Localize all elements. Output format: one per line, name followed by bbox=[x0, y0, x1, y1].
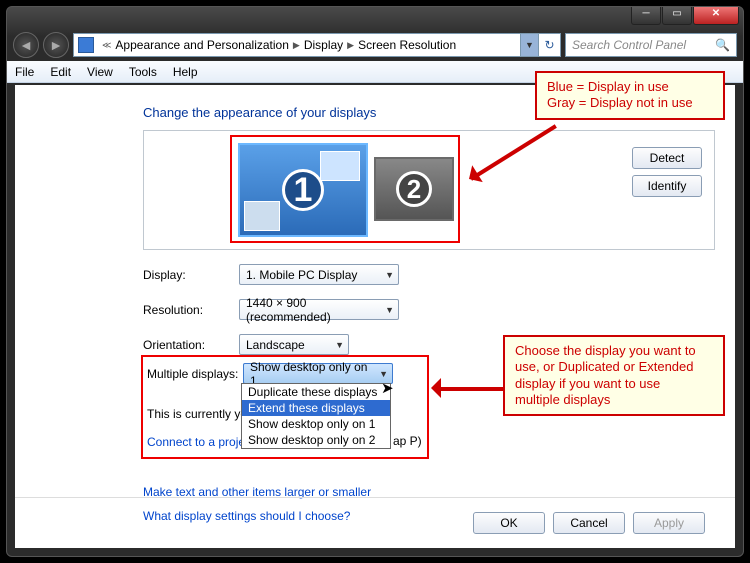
menu-file[interactable]: File bbox=[15, 65, 34, 79]
menu-help[interactable]: Help bbox=[173, 65, 198, 79]
annotation-box-multi: Multiple displays: Show desktop only on … bbox=[141, 355, 429, 459]
title-bar: ─ ▭ ✕ bbox=[7, 7, 743, 29]
label-multi: Multiple displays: bbox=[147, 367, 243, 381]
chevron-down-icon: ▼ bbox=[379, 369, 388, 379]
chevron-down-icon: ▼ bbox=[385, 305, 394, 315]
search-icon: 🔍 bbox=[715, 38, 730, 52]
chevron-down-icon: ▼ bbox=[335, 340, 344, 350]
monitor-1[interactable]: 1 bbox=[238, 143, 368, 237]
dropdown-opt-extend[interactable]: Extend these displays bbox=[242, 400, 390, 416]
multi-dropdown[interactable]: Duplicate these displays Extend these di… bbox=[241, 383, 391, 449]
close-button[interactable]: ✕ bbox=[693, 7, 739, 25]
monitor-2-number: 2 bbox=[396, 171, 432, 207]
callout-multi: Choose the display you want to use, or D… bbox=[503, 335, 725, 416]
maximize-button[interactable]: ▭ bbox=[662, 7, 692, 25]
control-panel-icon bbox=[78, 37, 94, 53]
row-resolution: Resolution: 1440 × 900 (recommended) ▼ bbox=[143, 299, 715, 320]
link-settings-help[interactable]: What display settings should I choose? bbox=[143, 509, 350, 523]
ok-button[interactable]: OK bbox=[473, 512, 545, 534]
projector-hint: ap P) bbox=[393, 434, 422, 448]
dropdown-opt-only1[interactable]: Show desktop only on 1 bbox=[242, 416, 390, 432]
search-placeholder: Search Control Panel bbox=[572, 38, 686, 52]
identify-button[interactable]: Identify bbox=[632, 175, 702, 197]
monitor-1-number: 1 bbox=[282, 169, 324, 211]
combo-multi[interactable]: Show desktop only on 1 ▼ bbox=[243, 363, 393, 384]
breadcrumb-l2[interactable]: Display bbox=[304, 38, 343, 52]
annotation-arrowhead-2 bbox=[421, 378, 441, 398]
label-orientation: Orientation: bbox=[143, 338, 239, 352]
annotation-arrow-2 bbox=[435, 387, 505, 391]
status-text: This is currently you bbox=[147, 407, 254, 421]
row-display: Display: 1. Mobile PC Display ▼ bbox=[143, 264, 715, 285]
breadcrumb-l3[interactable]: Screen Resolution bbox=[358, 38, 456, 52]
content-area: Change the appearance of your displays 1… bbox=[15, 85, 735, 548]
breadcrumb[interactable]: ≪ Appearance and Personalization ▶ Displ… bbox=[73, 33, 561, 57]
breadcrumb-l1[interactable]: Appearance and Personalization bbox=[115, 38, 288, 52]
detect-button[interactable]: Detect bbox=[632, 147, 702, 169]
monitor-1-taskbar-icon bbox=[244, 201, 280, 231]
menu-view[interactable]: View bbox=[87, 65, 113, 79]
nav-row: ◄ ► ≪ Appearance and Personalization ▶ D… bbox=[7, 29, 743, 61]
projector-row: Connect to a projec bbox=[147, 435, 251, 449]
combo-orientation[interactable]: Landscape ▼ bbox=[239, 334, 349, 355]
cancel-button[interactable]: Cancel bbox=[553, 512, 625, 534]
dropdown-opt-duplicate[interactable]: Duplicate these displays bbox=[242, 384, 390, 400]
breadcrumb-dropdown[interactable]: ▼ bbox=[520, 34, 538, 56]
back-button[interactable]: ◄ bbox=[13, 32, 39, 58]
monitor-panel: 1 2 Detect Identify bbox=[143, 130, 715, 250]
label-display: Display: bbox=[143, 268, 239, 282]
annotation-box-monitors: 1 2 bbox=[230, 135, 460, 243]
menu-tools[interactable]: Tools bbox=[129, 65, 157, 79]
combo-display[interactable]: 1. Mobile PC Display ▼ bbox=[239, 264, 399, 285]
monitor-2[interactable]: 2 bbox=[374, 157, 454, 221]
menu-edit[interactable]: Edit bbox=[50, 65, 71, 79]
cursor-icon: ➤ bbox=[381, 379, 394, 397]
forward-button[interactable]: ► bbox=[43, 32, 69, 58]
refresh-button[interactable]: ↻ bbox=[538, 34, 560, 56]
callout-monitor-colors: Blue = Display in use Gray = Display not… bbox=[535, 71, 725, 120]
combo-resolution[interactable]: 1440 × 900 (recommended) ▼ bbox=[239, 299, 399, 320]
search-input[interactable]: Search Control Panel 🔍 bbox=[565, 33, 737, 57]
link-projector[interactable]: Connect to a projec bbox=[147, 435, 251, 449]
minimize-button[interactable]: ─ bbox=[631, 7, 661, 25]
label-resolution: Resolution: bbox=[143, 303, 239, 317]
apply-button[interactable]: Apply bbox=[633, 512, 705, 534]
footer-divider bbox=[15, 497, 735, 498]
chevron-down-icon: ▼ bbox=[385, 270, 394, 280]
dropdown-opt-only2[interactable]: Show desktop only on 2 bbox=[242, 432, 390, 448]
footer-buttons: OK Cancel Apply bbox=[473, 512, 705, 534]
window-frame: ─ ▭ ✕ ◄ ► ≪ Appearance and Personalizati… bbox=[6, 6, 744, 557]
monitor-1-window-icon bbox=[320, 151, 360, 181]
